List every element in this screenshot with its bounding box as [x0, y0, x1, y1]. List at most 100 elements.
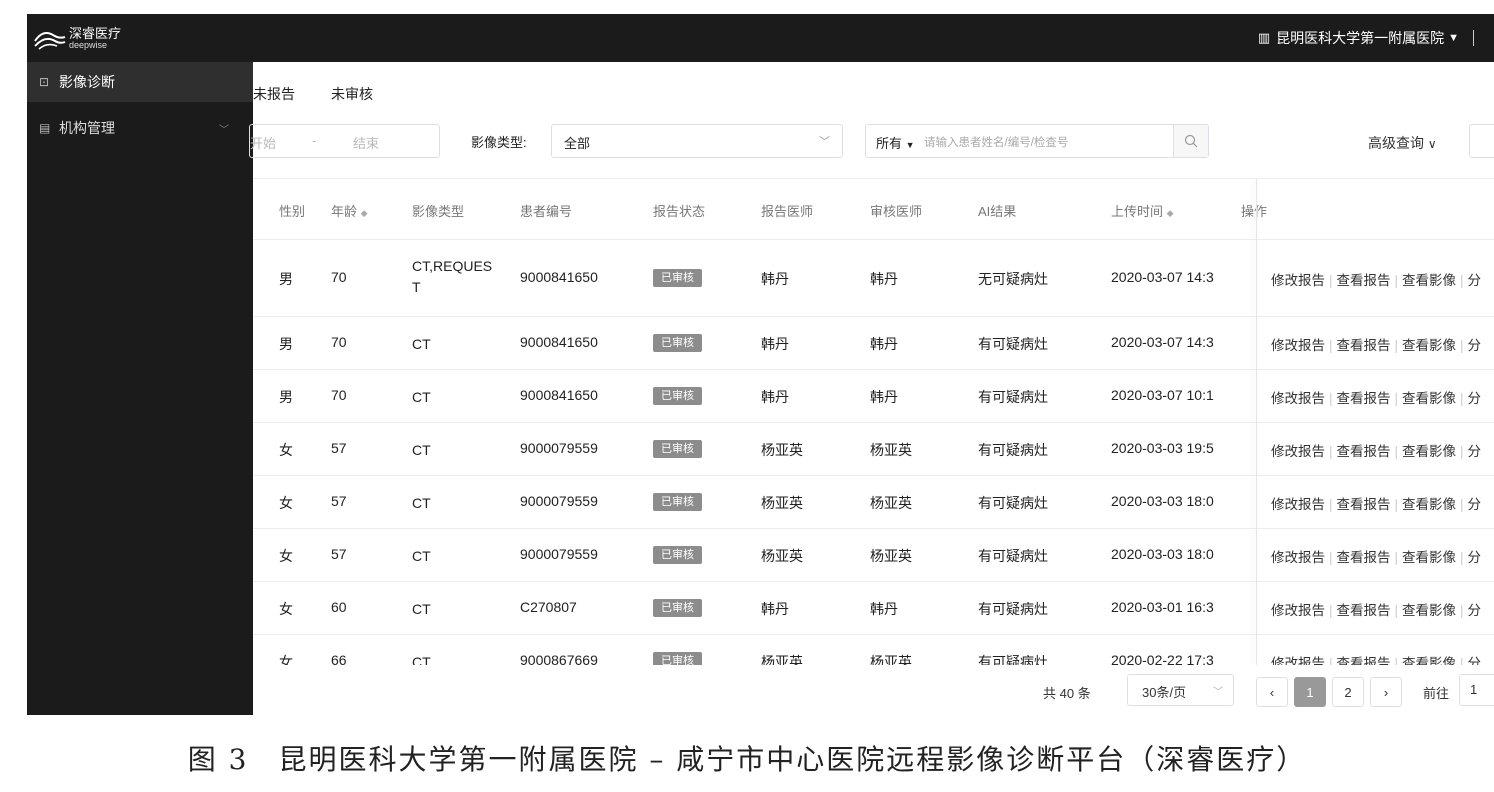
cell-report-doctor: 杨亚英 [761, 442, 803, 458]
view-image-link[interactable]: 查看影像 [1402, 497, 1456, 512]
share-link[interactable]: 分 [1468, 603, 1482, 618]
search-scope-select[interactable]: 所有 ▼ [876, 133, 915, 152]
share-link[interactable]: 分 [1468, 273, 1482, 288]
cell-upload-time: 2020-03-01 16:3 [1111, 599, 1214, 615]
search-input[interactable]: 请输入患者姓名/编号/检查号 [924, 134, 1068, 150]
action-divider: | [1329, 444, 1333, 459]
caret-down-icon: ▼ [905, 140, 915, 150]
table-row[interactable]: 女 57 9000079559 杨亚英 杨亚英 有可疑病灶 2020-03-03 19:5 C… [253, 422, 1494, 476]
date-end-input[interactable]: 结束 [353, 133, 379, 152]
action-divider: | [1460, 273, 1464, 288]
edit-report-link[interactable]: 修改报告 [1271, 497, 1325, 512]
share-link[interactable]: 分 [1468, 391, 1482, 406]
cell-report-doctor: 杨亚英 [761, 654, 803, 665]
page-size-select[interactable]: 30条/页 ﹀ [1127, 674, 1234, 706]
row-actions: 修改报告 | 查看报告 | 查看影像 | 分 [1271, 652, 1481, 665]
cell-patient-id: 9000079559 [520, 493, 598, 509]
view-report-link[interactable]: 查看报告 [1337, 444, 1391, 459]
share-link[interactable]: 分 [1468, 550, 1482, 565]
toolbar-button[interactable] [1469, 124, 1494, 158]
share-link[interactable]: 分 [1468, 497, 1482, 512]
col-actions: 操作 [1241, 204, 1268, 219]
view-image-link[interactable]: 查看影像 [1402, 603, 1456, 618]
sort-icon[interactable]: ◆ [1167, 208, 1174, 218]
status-badge: 已审核 [653, 387, 702, 405]
next-page-button[interactable]: › [1370, 677, 1402, 707]
edit-report-link[interactable]: 修改报告 [1271, 391, 1325, 406]
sidebar-item-org-management[interactable]: ▤ 机构管理 ﹀ [27, 108, 253, 148]
image-diagnosis-icon: ⊡ [39, 75, 50, 89]
action-divider: | [1329, 550, 1333, 565]
view-image-link[interactable]: 查看影像 [1402, 273, 1456, 288]
table-row[interactable]: 女 60 C270807 韩丹 韩丹 有可疑病灶 2020-03-01 16:3 CT 已审核 修… [253, 581, 1494, 635]
sort-icon[interactable]: ◆ [361, 208, 368, 218]
logo-wave-icon [34, 32, 66, 50]
cell-patient-id: 9000079559 [520, 546, 598, 562]
action-divider: | [1329, 603, 1333, 618]
image-type-select[interactable]: 全部 ﹀ [551, 124, 843, 158]
view-report-link[interactable]: 查看报告 [1337, 656, 1391, 665]
share-link[interactable]: 分 [1468, 656, 1482, 665]
col-upload-time[interactable]: 上传时间 ◆ [1111, 201, 1174, 220]
cell-upload-time: 2020-03-03 18:0 [1111, 546, 1214, 562]
view-image-link[interactable]: 查看影像 [1402, 444, 1456, 459]
edit-report-link[interactable]: 修改报告 [1271, 273, 1325, 288]
search-button[interactable] [1173, 125, 1208, 157]
sidebar-item-image-diagnosis[interactable]: ⊡ 影像诊断 [27, 62, 253, 102]
view-image-link[interactable]: 查看影像 [1402, 550, 1456, 565]
prev-page-button[interactable]: ‹ [1256, 677, 1288, 707]
action-divider: | [1460, 550, 1464, 565]
cell-ai-result: 有可疑病灶 [978, 495, 1048, 511]
table-row[interactable]: 男 70 9000841650 韩丹 韩丹 无可疑病灶 2020-03-07 14:3 CT,… [253, 240, 1494, 317]
cell-report-doctor: 韩丹 [761, 601, 789, 617]
cell-upload-time: 2020-02-22 17:3 [1111, 652, 1214, 665]
view-report-link[interactable]: 查看报告 [1337, 497, 1391, 512]
tab-unreviewed[interactable]: 未审核 [331, 84, 373, 104]
table-row[interactable]: 女 66 9000867669 杨亚英 杨亚英 有可疑病灶 2020-02-22 17:3 C… [253, 634, 1494, 665]
cell-review-doctor: 韩丹 [870, 271, 898, 287]
view-image-link[interactable]: 查看影像 [1402, 656, 1456, 665]
main-content: 未报告 未审核 开始 - 结束 影像类型: 全部 ﹀ 所有 ▼ 请输入患者姓名/… [249, 62, 1494, 715]
col-upload-time-label: 上传时间 [1111, 204, 1164, 219]
table-row[interactable]: 男 70 9000841650 韩丹 韩丹 有可疑病灶 2020-03-07 10:1 CT 已… [253, 369, 1494, 423]
cell-age: 70 [331, 387, 347, 403]
date-start-input[interactable]: 开始 [250, 133, 276, 152]
view-report-link[interactable]: 查看报告 [1337, 603, 1391, 618]
row-actions: 修改报告 | 查看报告 | 查看影像 | 分 [1271, 546, 1481, 566]
page-1-button[interactable]: 1 [1294, 677, 1326, 707]
page-2-button[interactable]: 2 [1332, 677, 1364, 707]
cell-upload-time: 2020-03-07 14:3 [1111, 269, 1214, 285]
table-row[interactable]: 女 57 9000079559 杨亚英 杨亚英 有可疑病灶 2020-03-03 18:0 C… [253, 528, 1494, 582]
col-age[interactable]: 年龄 ◆ [331, 201, 368, 220]
cell-image-type-line: CT [412, 389, 431, 405]
table-row[interactable]: 男 70 9000841650 韩丹 韩丹 有可疑病灶 2020-03-07 14:3 CT 已… [253, 316, 1494, 370]
edit-report-link[interactable]: 修改报告 [1271, 656, 1325, 665]
action-divider: | [1329, 656, 1333, 665]
cell-review-doctor: 杨亚英 [870, 548, 912, 564]
edit-report-link[interactable]: 修改报告 [1271, 550, 1325, 565]
advanced-search-toggle[interactable]: 高级查询 ∨ [1368, 133, 1437, 153]
tab-unreported[interactable]: 未报告 [253, 84, 295, 104]
view-report-link[interactable]: 查看报告 [1337, 550, 1391, 565]
share-link[interactable]: 分 [1468, 338, 1482, 353]
edit-report-link[interactable]: 修改报告 [1271, 603, 1325, 618]
edit-report-link[interactable]: 修改报告 [1271, 444, 1325, 459]
view-report-link[interactable]: 查看报告 [1337, 273, 1391, 288]
chevron-down-icon: ∨ [1427, 137, 1437, 151]
chevron-down-icon: ﹀ [1213, 687, 1223, 698]
hospital-switcher[interactable]: ▥ 昆明医科大学第一附属医院 ▼ [1258, 28, 1474, 48]
date-range-picker[interactable]: 开始 - 结束 [249, 124, 440, 158]
cell-age: 66 [331, 652, 347, 665]
fixed-column-divider [1256, 179, 1257, 665]
table-row[interactable]: 女 57 9000079559 杨亚英 杨亚英 有可疑病灶 2020-03-03 18:0 C… [253, 475, 1494, 529]
view-image-link[interactable]: 查看影像 [1402, 391, 1456, 406]
edit-report-link[interactable]: 修改报告 [1271, 338, 1325, 353]
goto-page-input[interactable]: 1 [1459, 674, 1494, 706]
share-link[interactable]: 分 [1468, 444, 1482, 459]
cell-image-type-line: CT [412, 336, 431, 352]
view-report-link[interactable]: 查看报告 [1337, 338, 1391, 353]
figure-caption: 图 3 昆明医科大学第一附属医院 – 咸宁市中心医院远程影像诊断平台（深睿医疗） [187, 743, 1307, 776]
view-image-link[interactable]: 查看影像 [1402, 338, 1456, 353]
logo[interactable]: 深睿医疗 deepwise [33, 24, 143, 52]
view-report-link[interactable]: 查看报告 [1337, 391, 1391, 406]
